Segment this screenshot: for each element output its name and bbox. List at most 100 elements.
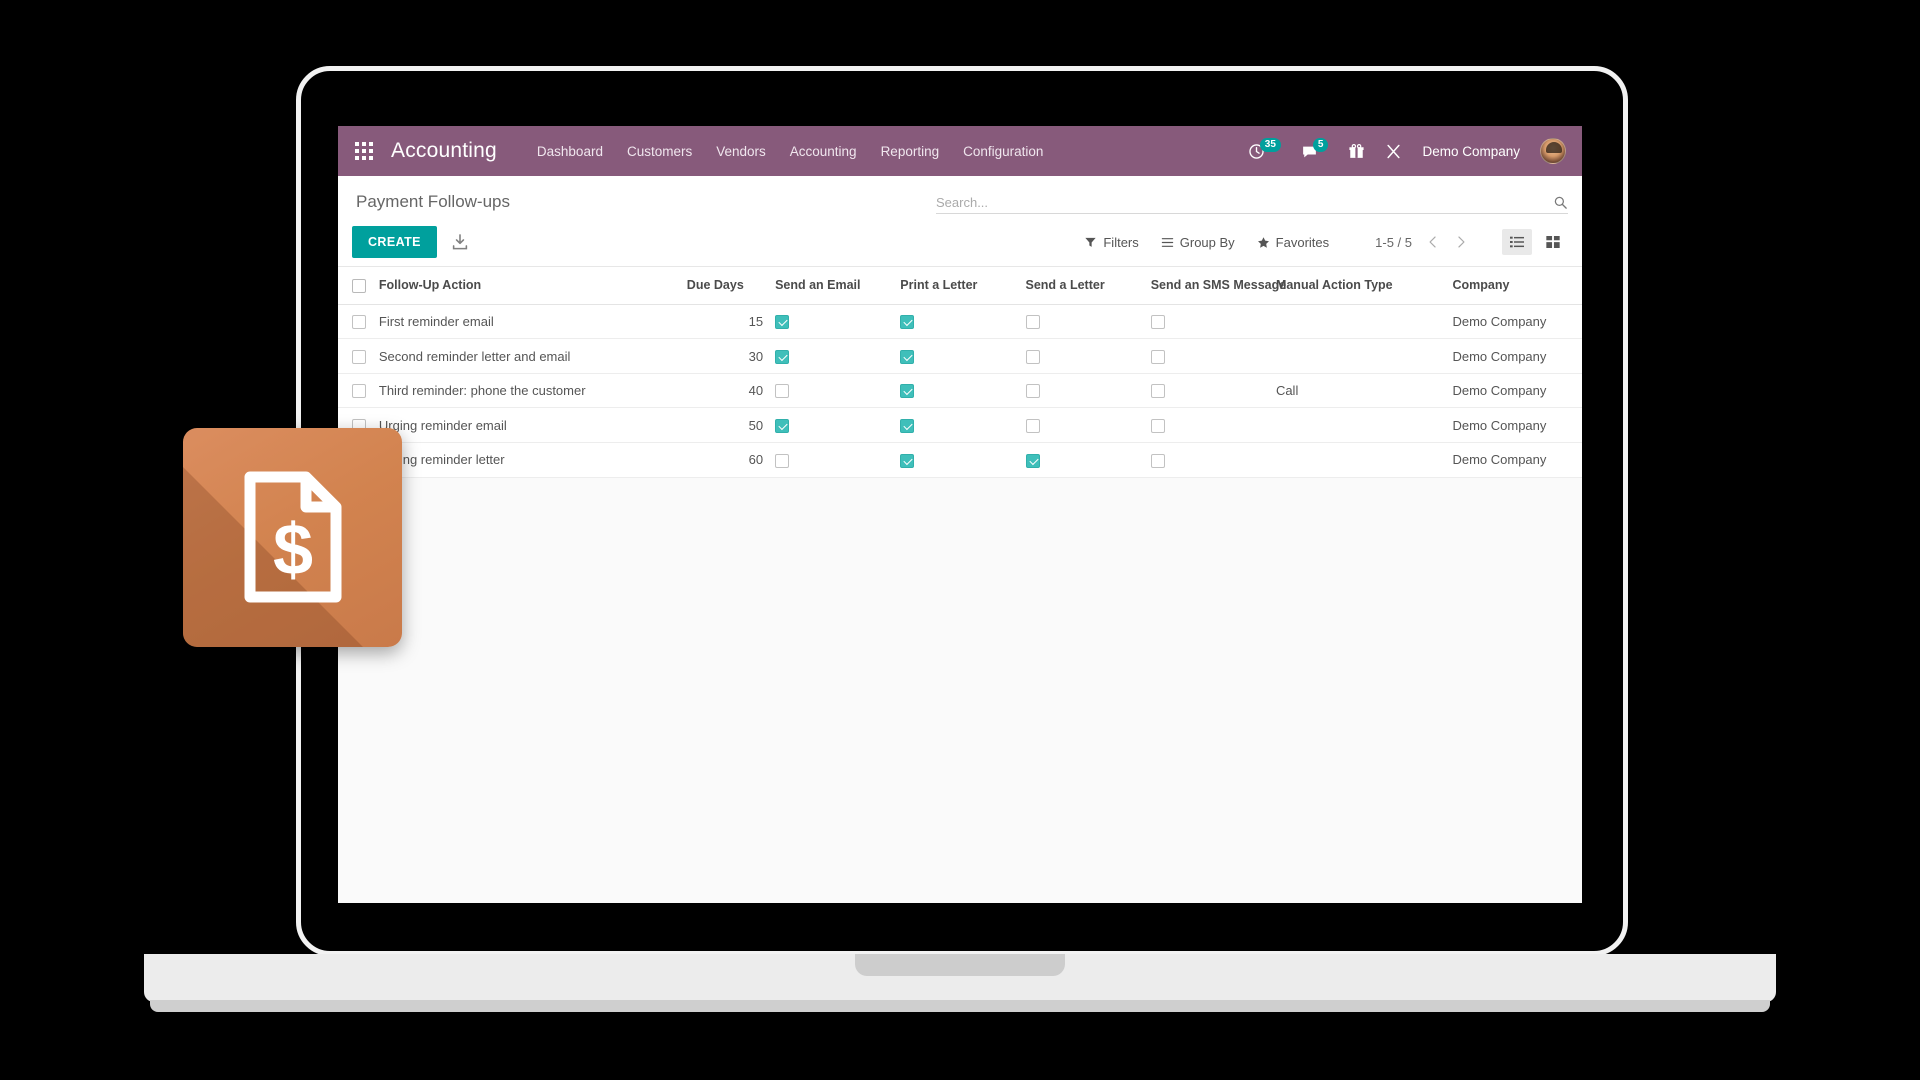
cell-manual-action-type[interactable] bbox=[1269, 338, 1447, 374]
cell-company[interactable]: Demo Company bbox=[1446, 304, 1582, 340]
menu-item-reporting[interactable]: Reporting bbox=[881, 144, 940, 159]
cell-follow-up-action[interactable]: First reminder email bbox=[372, 304, 681, 340]
cell-manual-action-type[interactable] bbox=[1269, 407, 1447, 443]
header-manual-action-type[interactable]: Manual Action Type bbox=[1269, 267, 1447, 305]
list-view-button[interactable] bbox=[1502, 229, 1532, 255]
pager-range: 1-5 / 5 bbox=[1375, 234, 1412, 250]
laptop-base-lip bbox=[150, 1000, 1770, 1012]
row-select-checkbox[interactable] bbox=[352, 349, 366, 364]
header-print-a-letter[interactable]: Print a Letter bbox=[894, 267, 1020, 305]
header-send-an-email[interactable]: Send an Email bbox=[769, 267, 895, 305]
cell-due-days[interactable]: 30 bbox=[680, 338, 770, 374]
send-a-letter-checkbox[interactable] bbox=[1025, 349, 1040, 364]
search-bar[interactable] bbox=[936, 195, 1568, 214]
header-company[interactable]: Company bbox=[1446, 267, 1582, 305]
cell-manual-action-type[interactable]: Call bbox=[1269, 373, 1447, 409]
send-an-email-checkbox[interactable] bbox=[775, 418, 790, 433]
cell-manual-action-type[interactable] bbox=[1269, 442, 1447, 478]
activities-menu[interactable]: 35 bbox=[1248, 138, 1281, 160]
group-by-lines-icon bbox=[1161, 237, 1173, 247]
close-x-icon[interactable] bbox=[1385, 143, 1402, 160]
row-select-checkbox[interactable] bbox=[352, 384, 366, 399]
menu-item-dashboard[interactable]: Dashboard bbox=[537, 144, 603, 159]
import-download-icon[interactable] bbox=[451, 233, 469, 251]
menu-item-customers[interactable]: Customers bbox=[627, 144, 692, 159]
row-select-cell bbox=[338, 304, 373, 340]
print-a-letter-checkbox[interactable] bbox=[900, 384, 915, 399]
search-icon[interactable] bbox=[1553, 195, 1568, 210]
followup-list-table: Follow-Up Action Due Days Send an Email … bbox=[338, 267, 1582, 478]
send-a-letter-checkbox[interactable] bbox=[1025, 315, 1040, 330]
send-an-email-checkbox[interactable] bbox=[775, 453, 790, 468]
send-a-letter-checkbox[interactable] bbox=[1025, 418, 1040, 433]
cell-follow-up-action[interactable]: Third reminder: phone the customer bbox=[372, 373, 681, 409]
kanban-view-button[interactable] bbox=[1538, 229, 1568, 255]
print-a-letter-checkbox[interactable] bbox=[900, 418, 915, 433]
send-an-email-checkbox[interactable] bbox=[775, 384, 790, 399]
avatar[interactable] bbox=[1540, 138, 1566, 164]
pager: 1-5 / 5 bbox=[1375, 235, 1468, 250]
send-an-sms-checkbox[interactable] bbox=[1150, 453, 1165, 468]
cell-manual-action-type[interactable] bbox=[1269, 304, 1447, 340]
cell-due-days[interactable]: 15 bbox=[680, 304, 770, 340]
row-select-cell bbox=[338, 338, 373, 374]
send-an-email-checkbox[interactable] bbox=[775, 315, 790, 330]
send-an-email-checkbox[interactable] bbox=[775, 349, 790, 364]
search-input[interactable] bbox=[936, 195, 1553, 210]
header-follow-up-action[interactable]: Follow-Up Action bbox=[372, 267, 681, 305]
cell-send-an-email bbox=[769, 373, 895, 409]
print-a-letter-checkbox[interactable] bbox=[900, 453, 915, 468]
cell-company[interactable]: Demo Company bbox=[1446, 373, 1582, 409]
cell-follow-up-action[interactable]: Urging reminder email bbox=[372, 407, 681, 443]
send-an-sms-checkbox[interactable] bbox=[1150, 349, 1165, 364]
send-an-sms-checkbox[interactable] bbox=[1150, 384, 1165, 399]
print-a-letter-checkbox[interactable] bbox=[900, 349, 915, 364]
cell-send-a-letter bbox=[1019, 304, 1145, 340]
chevron-left-icon[interactable] bbox=[1426, 235, 1440, 249]
row-select-checkbox[interactable] bbox=[352, 315, 366, 330]
header-send-an-sms[interactable]: Send an SMS Message bbox=[1144, 267, 1286, 305]
cell-company[interactable]: Demo Company bbox=[1446, 442, 1582, 478]
company-name[interactable]: Demo Company bbox=[1422, 144, 1520, 159]
view-switcher bbox=[1502, 229, 1568, 255]
cell-follow-up-action[interactable]: Urging reminder letter bbox=[372, 442, 681, 478]
brand-title[interactable]: Accounting bbox=[391, 139, 497, 163]
cell-send-an-sms bbox=[1144, 338, 1270, 374]
send-a-letter-checkbox[interactable] bbox=[1025, 453, 1040, 468]
apps-grid-icon[interactable] bbox=[355, 142, 373, 160]
cell-due-days[interactable]: 40 bbox=[680, 373, 770, 409]
cell-follow-up-action[interactable]: Second reminder letter and email bbox=[372, 338, 681, 374]
chevron-right-icon[interactable] bbox=[1454, 235, 1468, 249]
group-by-dropdown[interactable]: Group By bbox=[1161, 235, 1235, 250]
header-send-a-letter[interactable]: Send a Letter bbox=[1019, 267, 1145, 305]
control-panel-bottom-row: CREATE Filters Group By Favorites 1-5 / … bbox=[352, 218, 1568, 266]
accounting-invoice-app-icon: $ bbox=[183, 428, 402, 647]
menu-item-accounting[interactable]: Accounting bbox=[790, 144, 857, 159]
cell-send-an-email bbox=[769, 304, 895, 340]
table-row[interactable]: Third reminder: phone the customer 40 Call… bbox=[338, 373, 1582, 409]
print-a-letter-checkbox[interactable] bbox=[900, 315, 915, 330]
table-body: First reminder email 15 Demo Company Second… bbox=[338, 304, 1582, 478]
menu-item-vendors[interactable]: Vendors bbox=[716, 144, 766, 159]
select-all-checkbox[interactable] bbox=[352, 278, 366, 293]
messages-menu[interactable]: 5 bbox=[1301, 138, 1329, 160]
send-a-letter-checkbox[interactable] bbox=[1025, 384, 1040, 399]
gift-icon[interactable] bbox=[1348, 143, 1365, 160]
header-due-days[interactable]: Due Days bbox=[680, 267, 770, 305]
menu-item-configuration[interactable]: Configuration bbox=[963, 144, 1043, 159]
cell-due-days[interactable]: 60 bbox=[680, 442, 770, 478]
cell-send-an-sms bbox=[1144, 304, 1270, 340]
send-an-sms-checkbox[interactable] bbox=[1150, 418, 1165, 433]
cell-due-days[interactable]: 50 bbox=[680, 407, 770, 443]
cell-send-an-email bbox=[769, 338, 895, 374]
filters-dropdown[interactable]: Filters bbox=[1084, 235, 1139, 250]
favorites-dropdown[interactable]: Favorites bbox=[1257, 235, 1329, 250]
cell-company[interactable]: Demo Company bbox=[1446, 338, 1582, 374]
cell-company[interactable]: Demo Company bbox=[1446, 407, 1582, 443]
create-button[interactable]: CREATE bbox=[352, 226, 437, 258]
table-row[interactable]: Urging reminder letter 60 Demo Company bbox=[338, 442, 1582, 478]
send-an-sms-checkbox[interactable] bbox=[1150, 315, 1165, 330]
table-row[interactable]: First reminder email 15 Demo Company bbox=[338, 304, 1582, 340]
table-row[interactable]: Urging reminder email 50 Demo Company bbox=[338, 407, 1582, 443]
table-row[interactable]: Second reminder letter and email 30 Demo C… bbox=[338, 338, 1582, 374]
